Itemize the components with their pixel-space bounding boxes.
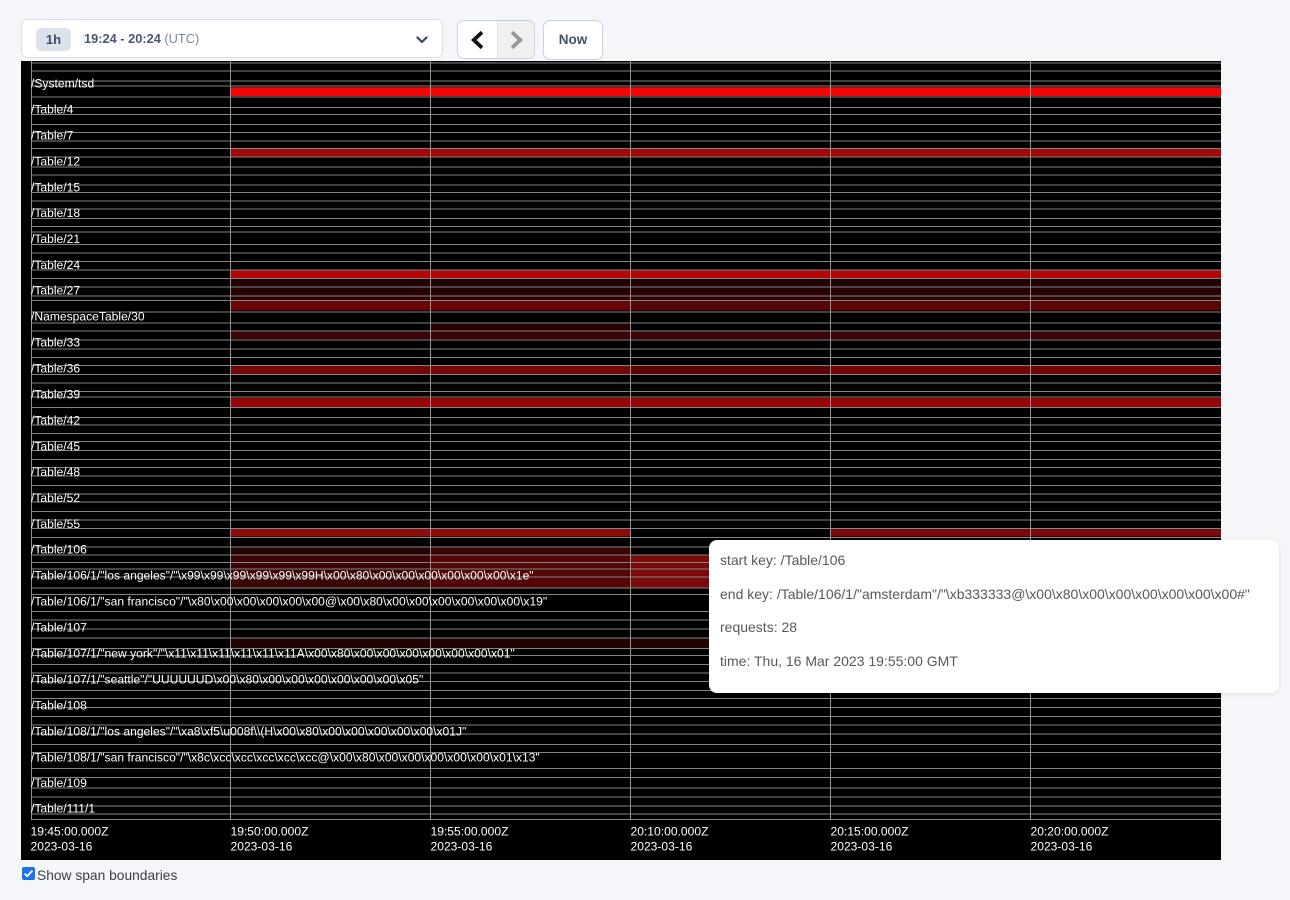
svg-text:/Table/33: /Table/33 <box>31 335 80 349</box>
svg-text:/Table/4: /Table/4 <box>31 102 74 116</box>
svg-text:2023-03-16: 2023-03-16 <box>31 840 93 854</box>
svg-text:2023-03-16: 2023-03-16 <box>231 840 293 854</box>
svg-text:/Table/15: /Table/15 <box>31 180 80 194</box>
svg-text:/Table/106/1/"san francisco"/": /Table/106/1/"san francisco"/"\x80\x00\x… <box>31 594 547 608</box>
svg-text:/Table/109: /Table/109 <box>31 776 87 790</box>
svg-text:/Table/107/1/"new york"/"\x11\: /Table/107/1/"new york"/"\x11\x11\x11\x1… <box>31 646 515 660</box>
svg-text:19:55:00.000Z: 19:55:00.000Z <box>431 825 510 839</box>
svg-text:/Table/24: /Table/24 <box>31 258 80 272</box>
svg-text:/Table/55: /Table/55 <box>31 517 80 531</box>
svg-text:/Table/111/1: /Table/111/1 <box>31 801 95 815</box>
svg-text:/Table/107: /Table/107 <box>31 620 87 634</box>
svg-text:20:15:00.000Z: 20:15:00.000Z <box>831 825 910 839</box>
svg-text:/Table/108/1/"san francisco"/": /Table/108/1/"san francisco"/"\x8c\xcc\x… <box>31 750 540 764</box>
svg-text:/Table/21: /Table/21 <box>31 232 80 246</box>
svg-text:2023-03-16: 2023-03-16 <box>431 840 493 854</box>
svg-text:/Table/12: /Table/12 <box>31 154 80 168</box>
svg-text:/System/tsd: /System/tsd <box>31 76 94 90</box>
svg-text:/NamespaceTable/30: /NamespaceTable/30 <box>31 309 145 323</box>
svg-text:2023-03-16: 2023-03-16 <box>1031 840 1093 854</box>
svg-text:/Table/48: /Table/48 <box>31 465 80 479</box>
svg-text:/Table/39: /Table/39 <box>31 387 80 401</box>
svg-text:/Table/106: /Table/106 <box>31 542 87 556</box>
svg-text:/Table/42: /Table/42 <box>31 413 80 427</box>
svg-text:/Table/52: /Table/52 <box>31 491 80 505</box>
svg-text:/Table/27: /Table/27 <box>31 283 80 297</box>
svg-text:20:10:00.000Z: 20:10:00.000Z <box>631 825 710 839</box>
svg-text:19:50:00.000Z: 19:50:00.000Z <box>231 825 310 839</box>
svg-text:19:45:00.000Z: 19:45:00.000Z <box>31 825 110 839</box>
svg-text:/Table/7: /Table/7 <box>31 128 74 142</box>
svg-text:/Table/107/1/"seattle"/"UUUUUU: /Table/107/1/"seattle"/"UUUUUUD\x00\x80\… <box>31 672 423 686</box>
svg-text:/Table/45: /Table/45 <box>31 439 80 453</box>
svg-text:/Table/36: /Table/36 <box>31 361 80 375</box>
svg-text:2023-03-16: 2023-03-16 <box>831 840 893 854</box>
svg-text:/Table/106/1/"los angeles"/"\x: /Table/106/1/"los angeles"/"\x99\x99\x99… <box>31 568 534 582</box>
svg-text:/Table/108: /Table/108 <box>31 698 87 712</box>
svg-text:/Table/108/1/"los angeles"/"\x: /Table/108/1/"los angeles"/"\xa8\xf5\u00… <box>31 724 466 738</box>
svg-text:2023-03-16: 2023-03-16 <box>631 840 693 854</box>
svg-text:20:20:00.000Z: 20:20:00.000Z <box>1031 825 1110 839</box>
svg-text:/Table/18: /Table/18 <box>31 206 80 220</box>
